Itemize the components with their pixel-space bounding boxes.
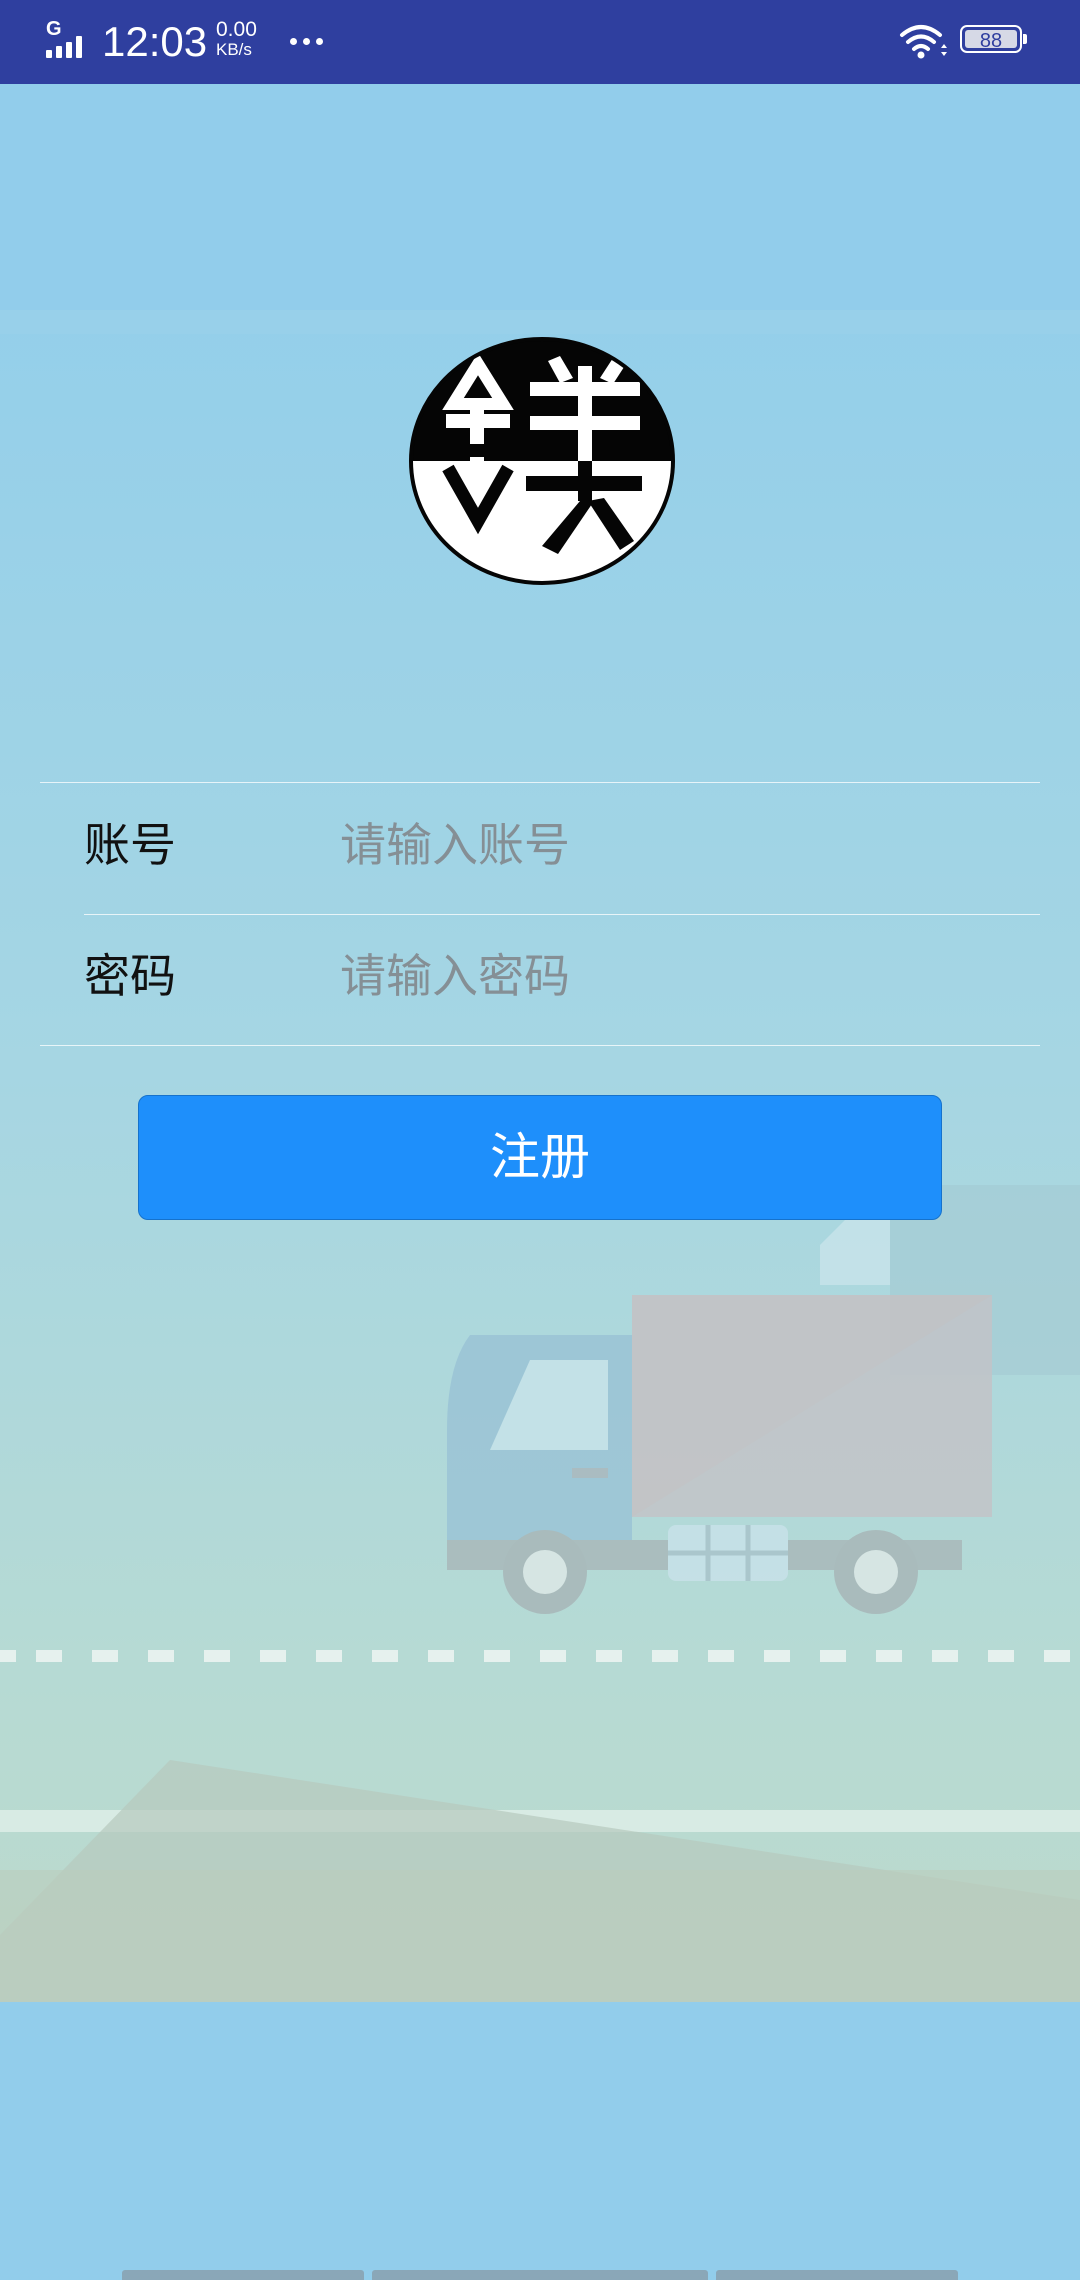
bottom-tab-right[interactable] [716,2270,958,2280]
signal-icon: G [46,18,92,60]
network-speed: 0.00 KB/s [216,18,257,60]
register-button[interactable]: 注册 [138,1095,942,1220]
wifi-icon [900,25,947,59]
password-label: 密码 [84,949,176,1003]
more-icon [290,38,326,46]
account-input[interactable] [330,810,1050,880]
status-time: 12:03 [102,18,208,65]
form-top-divider [40,782,1040,783]
bottom-tab-left[interactable] [122,2270,364,2280]
company-logo [409,337,675,585]
account-label: 账号 [84,818,176,872]
form-bottom-divider [40,1045,1040,1046]
bottom-tab-center[interactable] [372,2270,708,2280]
network-speed-unit: KB/s [216,40,252,59]
network-type: G [46,18,62,40]
password-input[interactable] [330,941,1050,1011]
register-screen: G 12:03 0.00 KB/s 88 账号 请输入账号 密码 注册 [0,0,1080,2280]
network-speed-value: 0.00 [216,18,257,41]
status-bar: G 12:03 0.00 KB/s 88 [0,0,1080,84]
battery-level: 88 [965,30,1017,52]
field-divider [84,914,1040,915]
battery-icon: 88 [960,25,1027,57]
